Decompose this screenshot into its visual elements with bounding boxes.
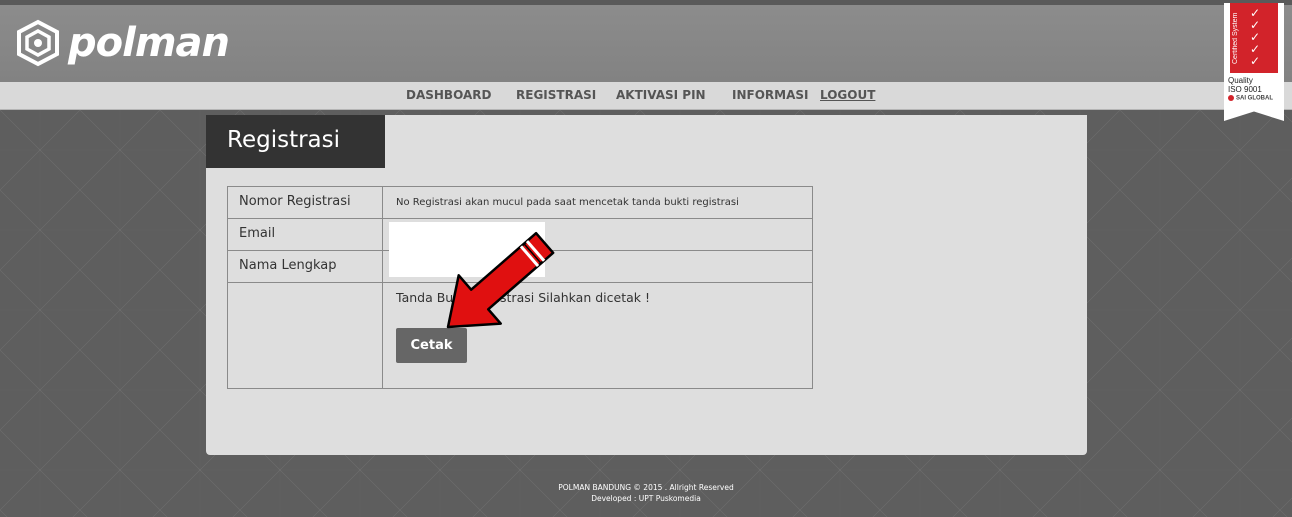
cert-vertical-text: Certified System xyxy=(1232,12,1239,64)
footer-developer: Developed : UPT Puskomedia xyxy=(591,494,701,503)
sai-global-icon xyxy=(1228,95,1234,101)
logo-text: polman xyxy=(68,20,230,66)
nav-registrasi[interactable]: REGISTRASI xyxy=(516,88,596,102)
cert-red-block: Certified System ✓ ✓ ✓ ✓ ✓ xyxy=(1230,3,1278,73)
polman-hex-icon xyxy=(17,19,59,67)
check-marks-icon: ✓ ✓ ✓ ✓ ✓ xyxy=(1250,6,1261,68)
header-bar: polman xyxy=(0,0,1292,82)
nav-dashboard[interactable]: DASHBOARD xyxy=(406,88,491,102)
footer: POLMAN BANDUNG © 2015 . Allright Reserve… xyxy=(0,482,1292,504)
table-row: Nomor Registrasi No Registrasi akan mucu… xyxy=(227,186,813,219)
red-arrow-icon xyxy=(446,231,555,329)
logo[interactable]: polman xyxy=(14,15,230,71)
cert-quality-text: Quality ISO 9001 xyxy=(1228,76,1262,94)
cert-sai-global: SAI GLOBAL xyxy=(1228,95,1273,102)
row-label-nomor-registrasi: Nomor Registrasi xyxy=(227,186,383,219)
row-label-email: Email xyxy=(227,218,383,251)
nav-informasi[interactable]: INFORMASI xyxy=(732,88,808,102)
row-value-nomor-registrasi: No Registrasi akan mucul pada saat mence… xyxy=(382,186,813,219)
row-label-nama-lengkap: Nama Lengkap xyxy=(227,250,383,283)
nav-logout[interactable]: LOGOUT xyxy=(820,88,875,102)
footer-copyright: POLMAN BANDUNG © 2015 . Allright Reserve… xyxy=(558,483,734,492)
row-label-empty xyxy=(227,282,383,389)
page-title: Registrasi xyxy=(206,115,385,168)
iso-certification-badge: Certified System ✓ ✓ ✓ ✓ ✓ Quality ISO 9001 … xyxy=(1224,3,1284,121)
main-nav: DASHBOARD REGISTRASI AKTIVASI PIN INFORM… xyxy=(0,82,1292,110)
nav-aktivasi-pin[interactable]: AKTIVASI PIN xyxy=(616,88,706,102)
